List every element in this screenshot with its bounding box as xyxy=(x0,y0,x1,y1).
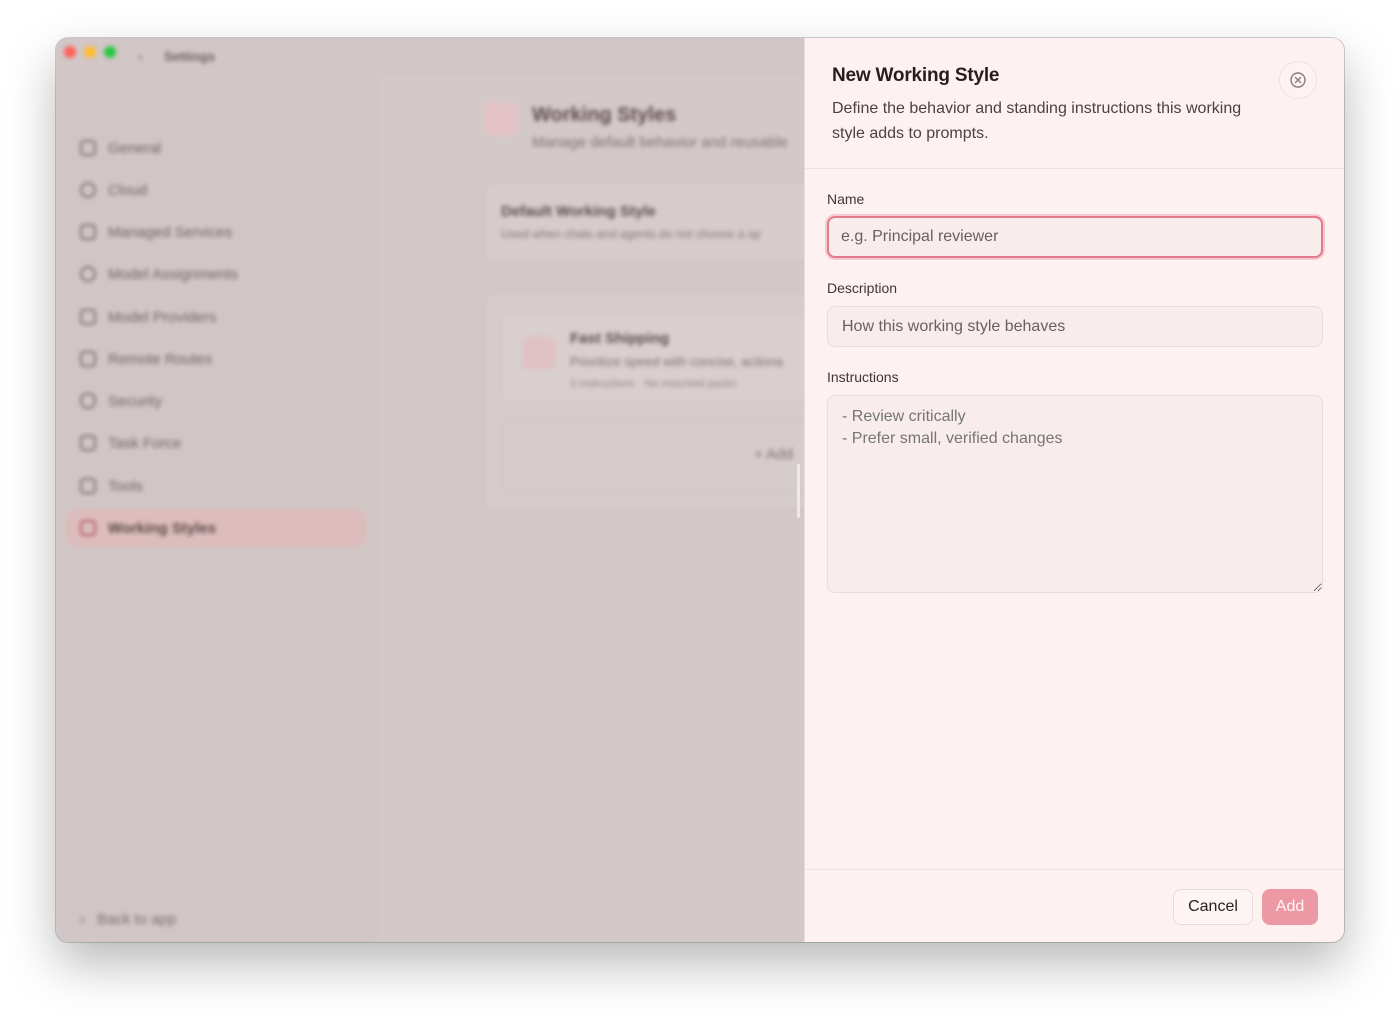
style-meta: 3 instructions · No mounted packs xyxy=(570,378,737,390)
name-input[interactable] xyxy=(827,216,1323,258)
add-button[interactable]: Add xyxy=(1262,889,1318,925)
page-title: Working Styles xyxy=(532,104,677,126)
sidebar-item-remote-routes[interactable]: Remote Routes xyxy=(66,340,366,378)
cloud-icon xyxy=(80,182,96,198)
description-input[interactable] xyxy=(827,306,1323,347)
sidebar-item-label: Model Assignments xyxy=(108,265,239,283)
sidebar-item-security[interactable]: Security xyxy=(66,382,366,420)
sidebar-item-working-styles[interactable]: Working Styles xyxy=(66,509,366,547)
working-styles-icon xyxy=(80,520,96,536)
working-style-card-fast-shipping[interactable]: Fast Shipping Prioritize speed with conc… xyxy=(501,311,821,403)
close-drawer-button[interactable] xyxy=(1279,61,1317,99)
working-styles-icon xyxy=(484,102,518,136)
scrollbar[interactable] xyxy=(797,464,800,518)
style-title: Fast Shipping xyxy=(570,330,670,347)
window-title: Settings xyxy=(164,49,216,64)
add-working-style-button[interactable]: + Add xyxy=(501,419,821,493)
sidebar-item-label: Managed Services xyxy=(108,223,233,241)
new-working-style-drawer: New Working Style Define the behavior an… xyxy=(804,38,1344,942)
routes-icon xyxy=(80,351,96,367)
instructions-label: Instructions xyxy=(827,369,899,385)
name-label: Name xyxy=(827,191,865,207)
zoom-window-button[interactable] xyxy=(104,46,116,58)
minimize-window-button[interactable] xyxy=(84,46,96,58)
sidebar-item-label: Task Force xyxy=(108,434,182,452)
default-working-style-card[interactable]: Default Working Style Used when chats an… xyxy=(484,182,824,262)
cancel-button[interactable]: Cancel xyxy=(1173,889,1253,925)
sidebar-item-label: Cloud xyxy=(108,181,148,199)
card-subtitle: Used when chats and agents do not choose… xyxy=(501,227,761,241)
providers-icon xyxy=(80,309,96,325)
sidebar-item-cloud[interactable]: Cloud xyxy=(66,171,366,209)
style-subtitle: Prioritize speed with concise, actiona xyxy=(570,354,784,369)
drawer-description: Define the behavior and standing instruc… xyxy=(832,100,1242,142)
sidebar-item-model-assignments[interactable]: Model Assignments xyxy=(66,255,366,293)
sidebar: General Cloud Managed Services Model Ass… xyxy=(56,76,376,942)
home-icon xyxy=(80,140,96,156)
sidebar-item-tools[interactable]: Tools xyxy=(66,467,366,505)
sidebar-item-label: Security xyxy=(108,392,163,410)
sidebar-item-label: Remote Routes xyxy=(108,350,213,368)
drawer-footer: Cancel Add xyxy=(805,869,1344,942)
sidebar-item-managed-services[interactable]: Managed Services xyxy=(66,213,366,251)
working-styles-list: Fast Shipping Prioritize speed with conc… xyxy=(484,292,824,510)
close-circle-icon xyxy=(1290,72,1306,88)
drawer-title: New Working Style xyxy=(832,65,1000,86)
working-styles-icon xyxy=(522,336,556,370)
sidebar-item-task-force[interactable]: Task Force xyxy=(66,424,366,462)
settings-window: ‹ Settings General Cloud Managed Service… xyxy=(56,38,1344,942)
drawer-header: New Working Style Define the behavior an… xyxy=(805,38,1344,169)
task-force-icon xyxy=(80,435,96,451)
sidebar-item-general[interactable]: General xyxy=(66,129,366,167)
sidebar-item-label: Model Providers xyxy=(108,308,217,326)
add-label: + Add xyxy=(754,446,793,463)
sidebar-item-label: Working Styles xyxy=(108,519,217,537)
description-label: Description xyxy=(827,280,898,296)
page-subtitle: Manage default behavior and reusable xyxy=(532,134,789,151)
services-icon xyxy=(80,224,96,240)
shield-icon xyxy=(80,393,96,409)
back-chevron-icon[interactable]: ‹ xyxy=(138,48,143,64)
back-to-app-label: Back to app xyxy=(97,911,177,928)
close-window-button[interactable] xyxy=(64,46,76,58)
back-to-app-link[interactable]: ‹ Back to app xyxy=(80,911,176,928)
tools-icon xyxy=(80,478,96,494)
instructions-textarea[interactable] xyxy=(827,395,1323,593)
card-title: Default Working Style xyxy=(501,203,656,220)
sidebar-item-label: General xyxy=(108,139,162,157)
sidebar-item-model-providers[interactable]: Model Providers xyxy=(66,298,366,336)
assignments-icon xyxy=(80,266,96,282)
sidebar-item-label: Tools xyxy=(108,477,144,495)
chevron-left-icon: ‹ xyxy=(80,911,85,928)
